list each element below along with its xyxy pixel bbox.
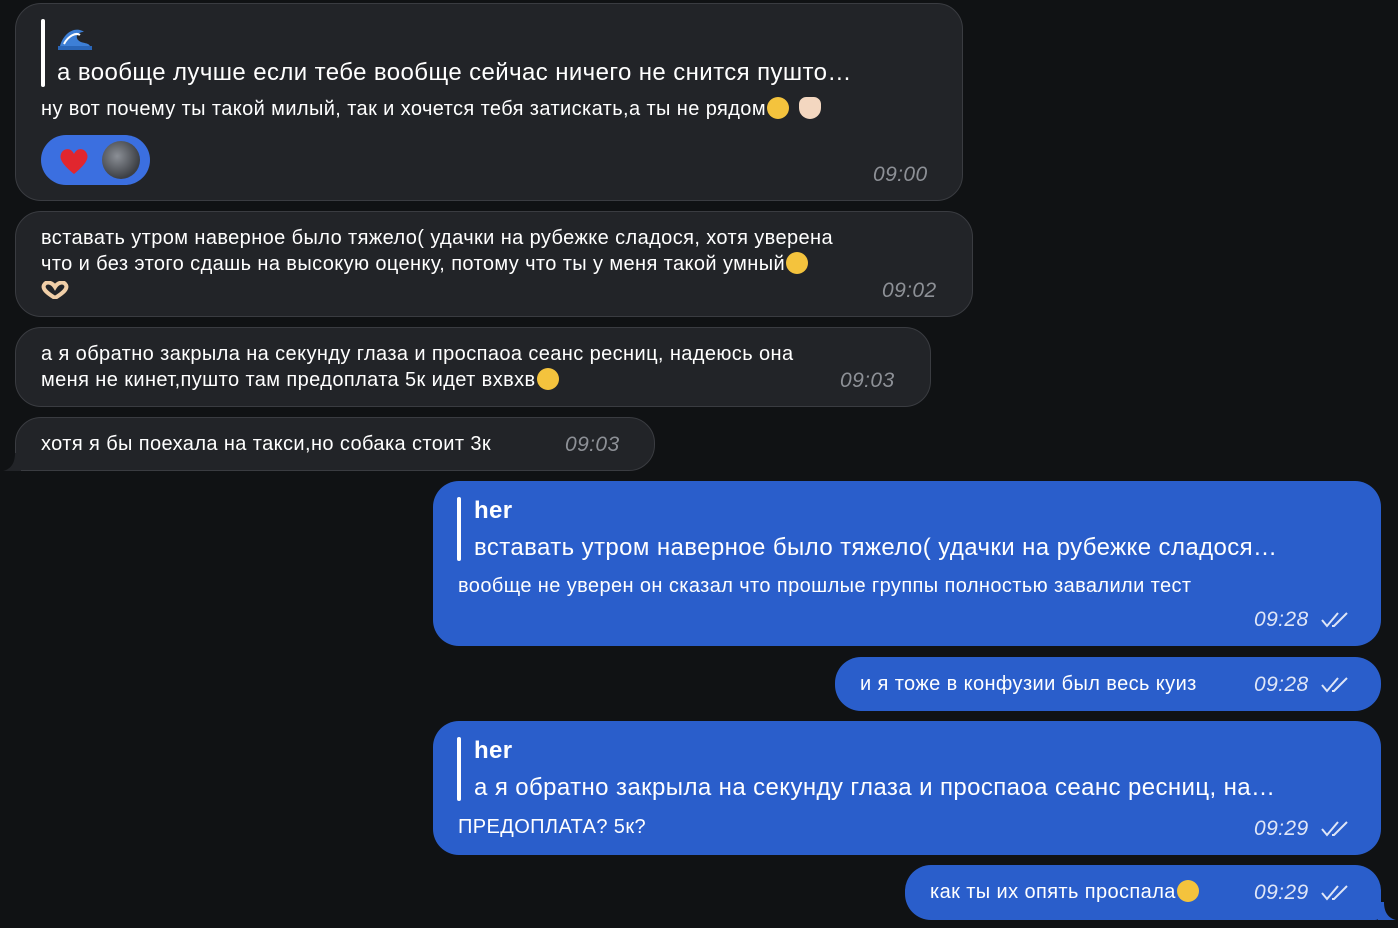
message-time: 09:28 (1254, 608, 1309, 631)
dizzy-face-emoji-icon (1176, 880, 1199, 902)
quote-bar (41, 19, 45, 87)
message-bubble-outgoing[interactable]: her вставать утром наверное было тяжело(… (433, 481, 1381, 646)
message-bubble-incoming[interactable]: а я обратно закрыла на секунду глаза и п… (15, 327, 931, 407)
weary-face-emoji-icon (786, 252, 809, 274)
message-bubble-incoming[interactable]: вставать утром наверное было тяжело( уда… (15, 211, 973, 317)
bubble-tail (3, 453, 21, 471)
reaction-pill[interactable] (41, 135, 150, 185)
message-bubble-outgoing[interactable]: her а я обратно закрыла на секунду глаза… (433, 721, 1381, 855)
read-checkmarks-icon (1321, 677, 1348, 693)
message-bubble-incoming[interactable]: а вообще лучше если тебе вообще сейчас н… (15, 3, 963, 201)
read-checkmarks-icon (1321, 612, 1348, 628)
message-text: ПРЕДОПЛАТА? 5к? (458, 816, 647, 838)
pinching-hand-emoji-icon (798, 97, 821, 119)
heart-hands-emoji-icon (41, 280, 69, 301)
message-time: 09:00 (873, 163, 928, 186)
message-text: ну вот почему ты такой милый, так и хоче… (41, 96, 821, 122)
message-text: хотя я бы поехала на такси,но собака сто… (41, 433, 492, 455)
quote-bar (457, 497, 461, 561)
message-time: 09:03 (565, 433, 620, 456)
message-time: 09:03 (840, 369, 895, 392)
read-checkmarks-icon (1321, 885, 1348, 901)
wave-emoji-icon (58, 24, 92, 50)
read-checkmarks-icon (1321, 821, 1348, 837)
avatar[interactable] (102, 141, 140, 179)
message-text: как ты их опять проспала (930, 879, 1199, 905)
quote-text: а вообще лучше если тебе вообще сейчас н… (57, 59, 852, 86)
message-text-line: что и без этого сдашь на высокую оценку,… (41, 251, 809, 277)
message-time: 09:02 (882, 279, 937, 302)
message-text: вообще не уверен он сказал что прошлые г… (458, 575, 1192, 597)
quote-bar (457, 737, 461, 801)
bubble-tail (1378, 902, 1396, 920)
message-bubble-outgoing[interactable]: как ты их опять проспала 09:29 (905, 865, 1381, 920)
message-text-line: меня не кинет,пушто там предоплата 5к ид… (41, 367, 559, 393)
quote-text: а я обратно закрыла на секунду глаза и п… (474, 775, 1276, 801)
message-text: и я тоже в конфузии был весь куиз (860, 673, 1197, 695)
quote-text: вставать утром наверное было тяжело( уда… (474, 535, 1278, 561)
message-bubble-incoming[interactable]: хотя я бы поехала на такси,но собака сто… (15, 417, 655, 471)
message-text-line: вставать утром наверное было тяжело( уда… (41, 227, 833, 249)
message-text-line: а я обратно закрыла на секунду глаза и п… (41, 343, 794, 365)
message-bubble-outgoing[interactable]: и я тоже в конфузии был весь куиз 09:28 (835, 657, 1381, 711)
tired-face-emoji-icon (766, 97, 789, 119)
dizzy-face-emoji-icon (536, 368, 559, 390)
heart-emoji-icon (59, 147, 89, 175)
quote-author: her (474, 737, 513, 764)
message-time: 09:29 (1254, 881, 1309, 904)
message-time: 09:29 (1254, 817, 1309, 840)
message-time: 09:28 (1254, 673, 1309, 696)
quote-author: her (474, 497, 513, 524)
